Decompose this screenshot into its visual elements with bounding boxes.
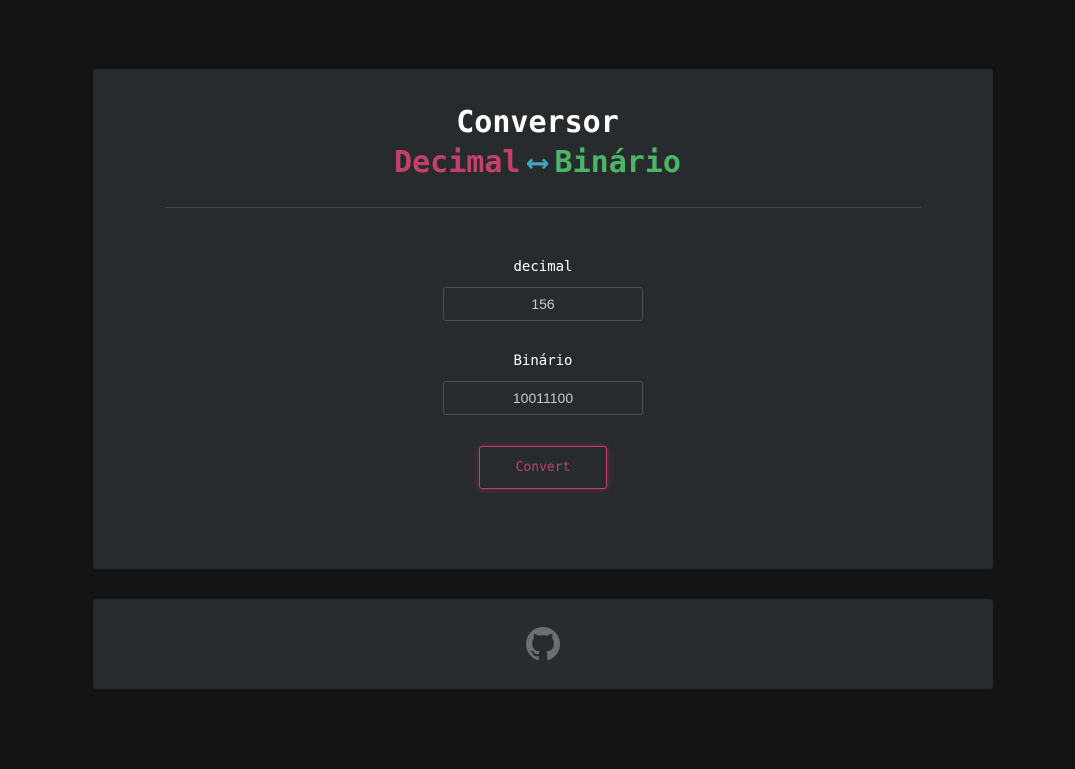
title-divider [165,207,921,208]
decimal-label: decimal [513,259,573,275]
page-subtitle: Decimal ⟷ Binário [0,143,1075,183]
double-arrow-icon: ⟷ [528,145,547,180]
binario-label: Binário [513,353,573,369]
github-icon [526,627,560,661]
convert-button[interactable]: Convert [479,446,607,489]
github-link[interactable] [526,627,560,661]
subtitle-decimal: Decimal [394,145,521,180]
binario-input[interactable] [443,381,643,415]
subtitle-binario: Binário [554,145,681,180]
page-title: Conversor [456,105,619,140]
decimal-input[interactable] [443,287,643,321]
